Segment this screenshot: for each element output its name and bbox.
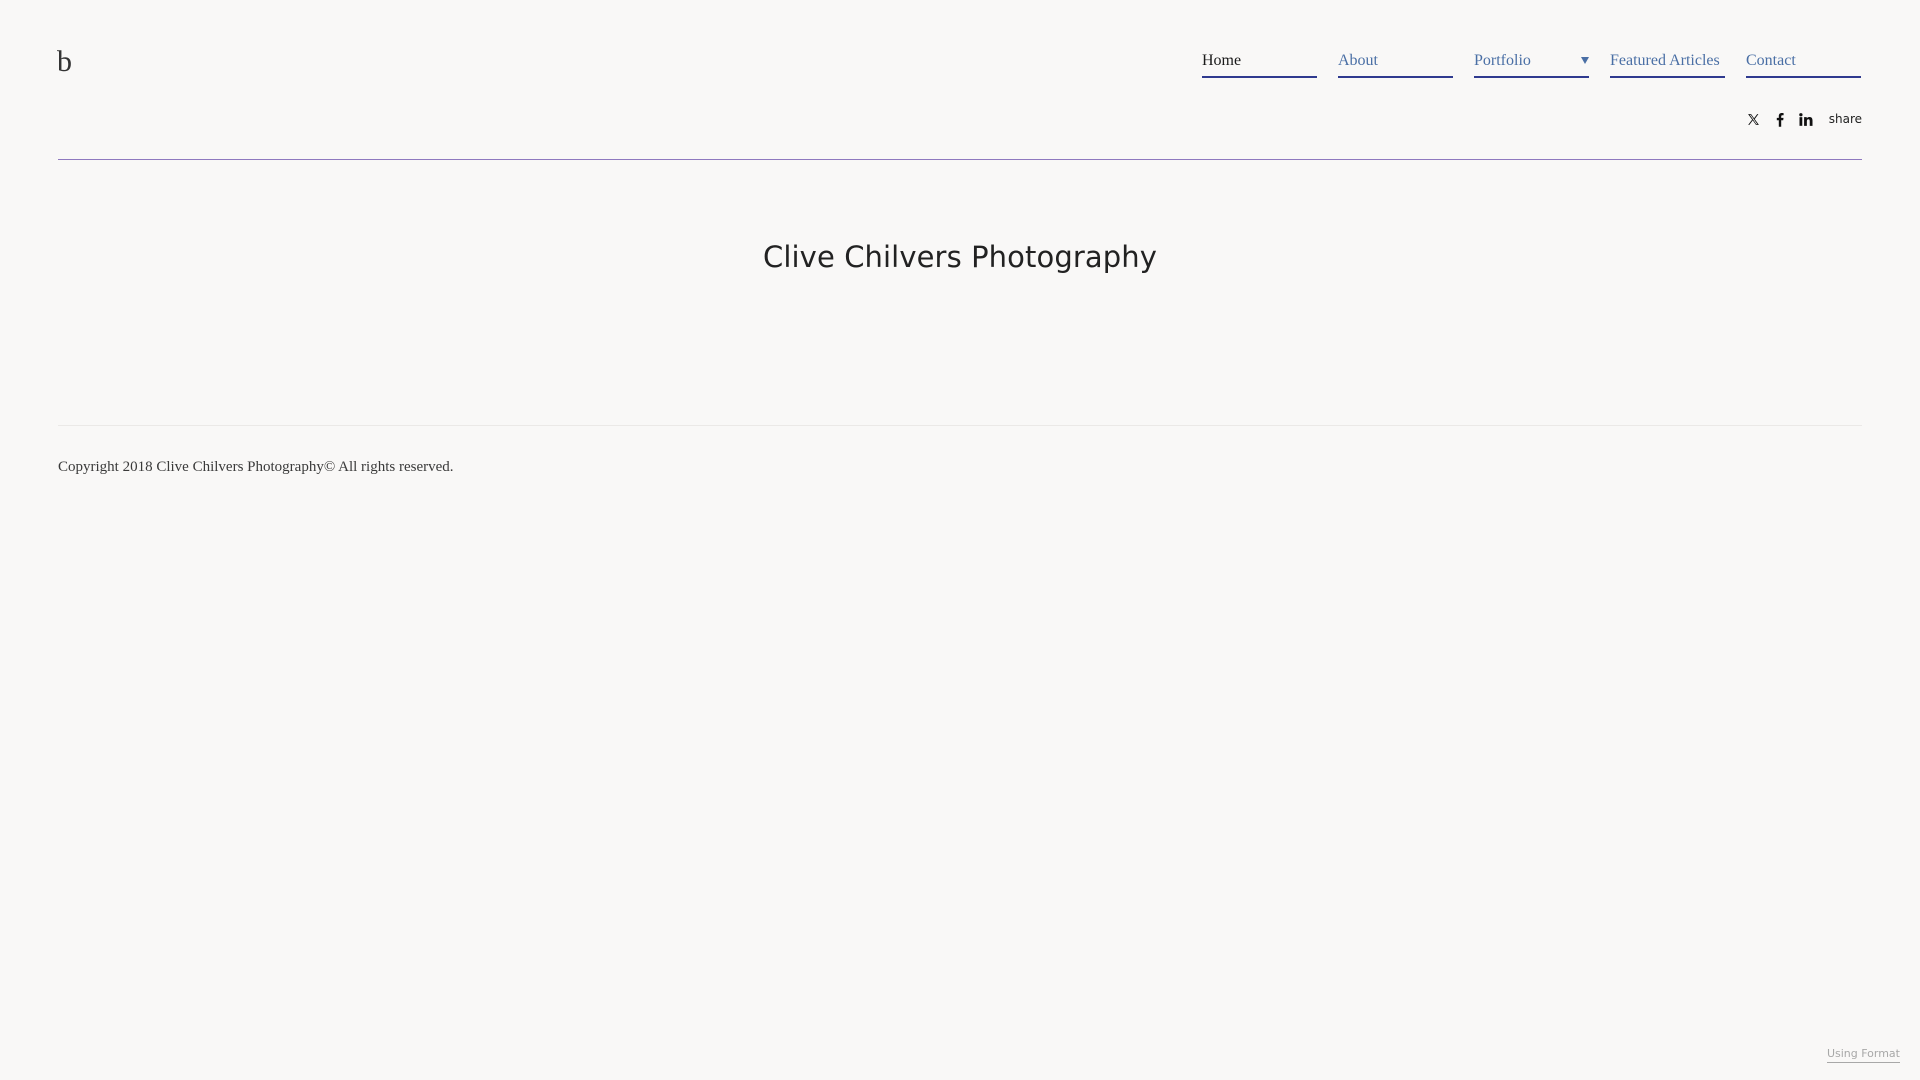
nav-item-portfolio[interactable]: Portfolio (1474, 48, 1589, 78)
nav-item-label: Contact (1746, 52, 1796, 69)
nav-item-featured-articles[interactable]: Featured Articles (1610, 48, 1725, 78)
footer-divider (58, 425, 1862, 426)
nav-item-label: Home (1202, 52, 1242, 69)
nav-item-label: About (1338, 52, 1378, 69)
nav-item-home[interactable]: Home (1202, 48, 1317, 78)
main-nav: Home About Portfolio Featured Articles C… (1202, 48, 1861, 78)
nav-item-contact[interactable]: Contact (1746, 48, 1861, 78)
site-logo[interactable]: b (57, 44, 72, 80)
nav-item-about[interactable]: About (1338, 48, 1453, 78)
linkedin-icon[interactable] (1799, 112, 1814, 126)
nav-item-label: Featured Articles (1610, 52, 1720, 69)
facebook-icon[interactable] (1775, 112, 1785, 127)
nav-item-label: Portfolio (1474, 52, 1531, 69)
share-link[interactable]: share (1829, 108, 1862, 130)
social-share-bar: share (1747, 108, 1862, 130)
x-twitter-icon[interactable] (1747, 112, 1761, 126)
caret-down-icon[interactable] (1581, 57, 1589, 64)
page-title: Clive Chilvers Photography (763, 240, 1157, 274)
copyright-text: Copyright 2018 Clive Chilvers Photograph… (58, 459, 454, 475)
using-format-link[interactable]: Using Format (1826, 1046, 1900, 1063)
header-divider (58, 159, 1862, 160)
